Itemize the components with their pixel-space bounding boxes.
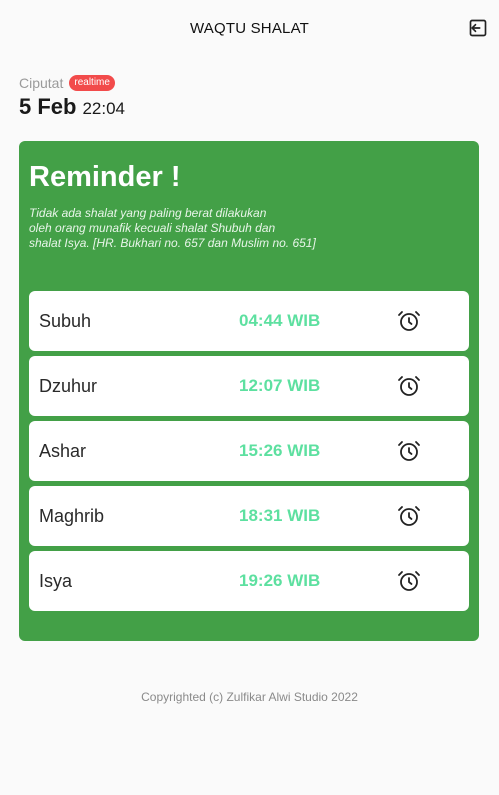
- prayer-row-subuh: Subuh 04:44 WIB: [29, 291, 469, 351]
- alarm-clock-icon[interactable]: [397, 569, 421, 593]
- prayer-name: Isya: [39, 570, 73, 591]
- app-title: WAQTU SHALAT: [189, 19, 310, 37]
- hadith-line: Tidak ada shalat yang paling berat dilak…: [29, 206, 267, 220]
- current-date: 5 Feb: [19, 94, 77, 119]
- hadith-text: Tidak ada shalat yang paling berat dilak…: [29, 206, 349, 251]
- logout-button[interactable]: [467, 17, 489, 39]
- prayer-row-ashar: Ashar 15:26 WIB: [29, 421, 469, 481]
- prayer-time: 18:31 WIB: [239, 506, 321, 525]
- prayer-name: Ashar: [39, 440, 87, 461]
- reminder-title: Reminder !: [29, 161, 181, 193]
- prayer-row-isya: Isya 19:26 WIB: [29, 551, 469, 611]
- current-time: 22:04: [82, 99, 126, 118]
- alarm-clock-icon[interactable]: [397, 309, 421, 333]
- prayer-name: Dzuhur: [39, 375, 98, 396]
- alarm-clock-icon[interactable]: [397, 374, 421, 398]
- logout-icon: [469, 19, 487, 37]
- top-bar: WAQTU SHALAT: [0, 0, 499, 56]
- hadith-line: shalat Isya. [HR. Bukhari no. 657 dan Mu…: [29, 236, 316, 250]
- prayer-time: 15:26 WIB: [239, 441, 321, 460]
- location-row: Ciputat realtime: [19, 75, 115, 91]
- prayer-time: 19:26 WIB: [239, 571, 321, 590]
- app: WAQTU SHALAT Ciputat realtime 5 Feb 22:0…: [0, 0, 499, 795]
- realtime-badge: realtime: [69, 75, 115, 91]
- location-label: Ciputat: [19, 75, 64, 91]
- prayer-name: Maghrib: [39, 505, 105, 526]
- prayer-row-dzuhur: Dzuhur 12:07 WIB: [29, 356, 469, 416]
- prayer-time: 04:44 WIB: [239, 311, 321, 330]
- date-row: 5 Feb 22:04: [19, 94, 125, 120]
- alarm-clock-icon[interactable]: [397, 439, 421, 463]
- prayer-row-maghrib: Maghrib 18:31 WIB: [29, 486, 469, 546]
- prayer-time: 12:07 WIB: [239, 376, 321, 395]
- reminder-card: Reminder ! Tidak ada shalat yang paling …: [19, 141, 479, 641]
- hadith-line: oleh orang munafik kecuali shalat Shubuh…: [29, 221, 276, 235]
- footer-copyright: Copyrighted (c) Zulfikar Alwi Studio 202…: [141, 690, 358, 704]
- prayer-name: Subuh: [39, 310, 92, 331]
- prayer-list: Subuh 04:44 WIB Dzuhur 12:07 WIB Ashar 1…: [29, 291, 469, 616]
- alarm-clock-icon[interactable]: [397, 504, 421, 528]
